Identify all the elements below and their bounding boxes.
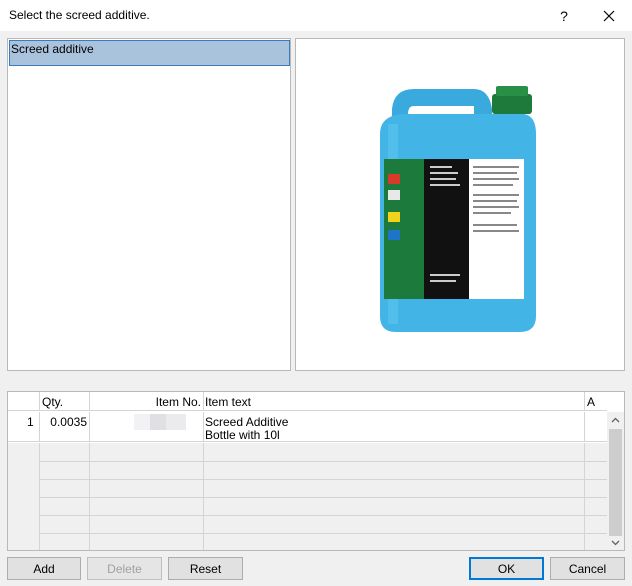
grid-header: Qty. Item No. Item text A <box>8 392 607 411</box>
grid-body: 1 0.0035 Screed Additive Bottle with 10l <box>8 412 607 550</box>
product-canister-image <box>380 86 536 332</box>
chevron-down-icon <box>611 540 620 546</box>
scroll-up-button[interactable] <box>607 412 624 428</box>
delete-button[interactable]: Delete <box>87 557 162 580</box>
row-qty[interactable]: 0.0035 <box>50 415 87 429</box>
close-button[interactable] <box>590 0 628 31</box>
items-grid: Qty. Item No. Item text A 1 0.0035 Scree… <box>7 391 625 551</box>
reset-button[interactable]: Reset <box>168 557 243 580</box>
image-preview <box>295 38 625 371</box>
grid-scrollbar[interactable] <box>607 412 624 550</box>
col-header-index <box>8 392 40 410</box>
add-button[interactable]: Add <box>7 557 81 580</box>
ok-button[interactable]: OK <box>469 557 544 580</box>
row-item-text-line2[interactable]: Bottle with 10l <box>205 428 280 442</box>
additive-list: Screed additive <box>7 38 291 371</box>
window-title: Select the screed additive. <box>9 8 150 22</box>
col-header-item-no[interactable]: Item No. <box>90 392 204 410</box>
col-header-a[interactable]: A <box>585 392 607 410</box>
scroll-thumb[interactable] <box>609 429 622 536</box>
col-header-item-text[interactable]: Item text <box>204 392 585 410</box>
row-item-no[interactable] <box>134 414 186 430</box>
list-item-screed-additive[interactable]: Screed additive <box>9 40 290 66</box>
cancel-button[interactable]: Cancel <box>550 557 625 580</box>
title-bar: Select the screed additive. ? <box>0 0 632 31</box>
table-row[interactable]: 1 0.0035 Screed Additive Bottle with 10l <box>8 412 607 442</box>
row-index: 1 <box>27 415 34 429</box>
chevron-up-icon <box>611 417 620 423</box>
scroll-down-button[interactable] <box>607 535 624 550</box>
row-item-text-line1[interactable]: Screed Additive <box>205 415 288 429</box>
help-button[interactable]: ? <box>545 0 583 31</box>
help-icon: ? <box>560 7 568 24</box>
close-icon <box>603 10 615 21</box>
list-item-label: Screed additive <box>11 42 94 56</box>
col-header-qty[interactable]: Qty. <box>40 392 90 410</box>
grid-empty-area <box>8 443 607 550</box>
